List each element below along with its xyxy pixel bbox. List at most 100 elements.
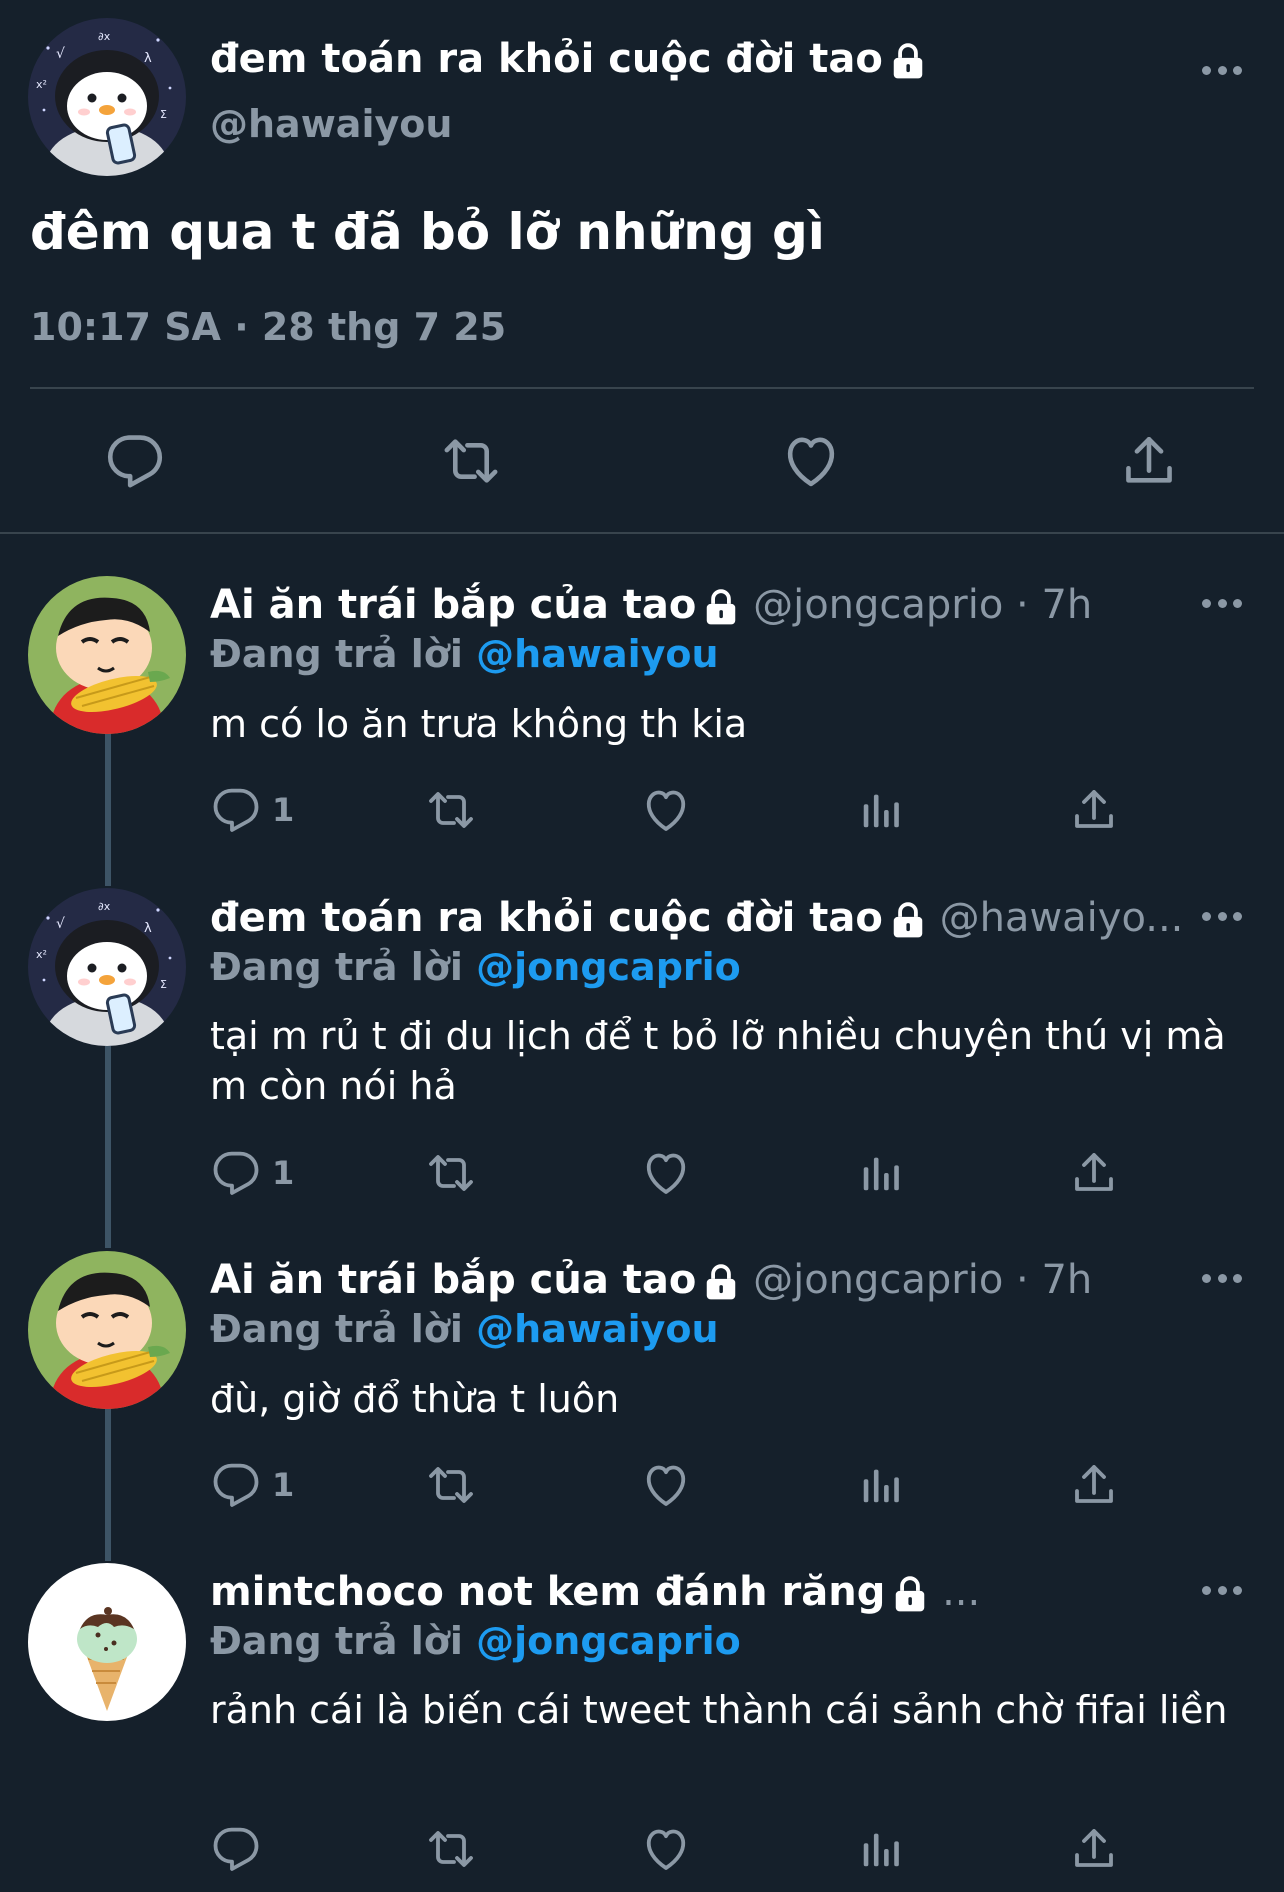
retweet-button[interactable] xyxy=(424,1461,478,1509)
thread-connector xyxy=(105,1046,111,1248)
reply-avatar[interactable] xyxy=(28,1251,186,1409)
mention-link[interactable]: @jongcaprio xyxy=(476,1619,741,1663)
bar-chart-icon xyxy=(858,1461,904,1509)
more-options-icon[interactable] xyxy=(1202,1584,1242,1596)
lock-icon xyxy=(702,587,740,627)
share-upload-icon xyxy=(1070,786,1118,834)
replying-to: Đang trả lời @hawaiyou xyxy=(210,632,719,676)
tweet-text: đêm qua t đã bỏ lỡ những gì xyxy=(30,203,825,261)
views-button[interactable] xyxy=(858,1825,904,1873)
mention-link[interactable]: @hawaiyou xyxy=(476,1307,718,1351)
speech-bubble-icon xyxy=(212,1825,260,1873)
reply-header[interactable]: đem toán ra khỏi cuộc đời tao @hawaiyo..… xyxy=(210,893,1183,943)
bar-chart-icon xyxy=(858,1149,904,1197)
author-avatar[interactable] xyxy=(28,18,186,176)
bar-chart-icon xyxy=(858,786,904,834)
share-button[interactable] xyxy=(1120,432,1178,490)
retweet-button[interactable] xyxy=(424,1825,478,1873)
retweet-arrows-icon xyxy=(440,432,502,490)
reply-display-name: mintchoco not kem đánh răng xyxy=(210,1569,886,1615)
reply-display-name: Ai ăn trái bắp của tao xyxy=(210,582,697,628)
retweet-arrows-icon xyxy=(424,786,478,834)
heart-icon xyxy=(642,1149,690,1197)
like-button[interactable] xyxy=(642,1149,690,1197)
speech-bubble-icon xyxy=(212,1461,260,1509)
divider xyxy=(30,387,1254,389)
share-button[interactable] xyxy=(1070,786,1118,834)
more-options-icon[interactable] xyxy=(1202,910,1242,922)
retweet-arrows-icon xyxy=(424,1825,478,1873)
reply-avatar[interactable] xyxy=(28,1563,186,1721)
like-button[interactable] xyxy=(642,1825,690,1873)
reply-text: đù, giờ đổ thừa t luôn xyxy=(210,1377,620,1421)
ice-cream-avatar-image xyxy=(28,1563,186,1721)
views-button[interactable] xyxy=(858,1149,904,1197)
reply-button[interactable]: 1 xyxy=(212,1149,294,1197)
reply-handle-time: @hawaiyo... xyxy=(939,895,1184,941)
shinchan-avatar-image xyxy=(28,1251,186,1409)
reply-display-name: đem toán ra khỏi cuộc đời tao xyxy=(210,895,883,941)
share-button[interactable] xyxy=(1070,1825,1118,1873)
more-options-icon[interactable] xyxy=(1202,1272,1242,1284)
author-display-name[interactable]: đem toán ra khỏi cuộc đời tao xyxy=(210,36,927,82)
replying-to: Đang trả lời @hawaiyou xyxy=(210,1307,719,1351)
reply-count: 1 xyxy=(272,791,295,829)
reply-handle-time: @jongcaprio · 7h xyxy=(753,1257,1093,1303)
reply-button[interactable]: 1 xyxy=(212,786,294,834)
thread-connector xyxy=(105,1409,111,1561)
reply-handle-time: @jongcaprio · 7h xyxy=(753,582,1093,628)
more-options-icon[interactable] xyxy=(1202,597,1242,609)
lock-icon xyxy=(891,1574,929,1614)
author-handle[interactable]: @hawaiyou xyxy=(210,102,452,146)
divider xyxy=(0,532,1284,534)
lock-icon xyxy=(702,1262,740,1302)
reply-button[interactable] xyxy=(106,432,164,490)
reply-avatar[interactable] xyxy=(28,888,186,1046)
thread-connector xyxy=(105,733,111,886)
reply-display-name: Ai ăn trái bắp của tao xyxy=(210,1257,697,1303)
bar-chart-icon xyxy=(858,1825,904,1873)
reply-header[interactable]: Ai ăn trái bắp của tao @jongcaprio · 7h xyxy=(210,580,1092,630)
mention-link[interactable]: @jongcaprio xyxy=(476,945,741,989)
lock-icon xyxy=(889,41,927,81)
retweet-arrows-icon xyxy=(424,1149,478,1197)
speech-bubble-icon xyxy=(106,432,164,490)
retweet-button[interactable] xyxy=(424,786,478,834)
reply-avatar[interactable] xyxy=(28,576,186,734)
reply-header[interactable]: Ai ăn trái bắp của tao @jongcaprio · 7h xyxy=(210,1255,1092,1305)
like-button[interactable] xyxy=(642,1461,690,1509)
reply-text: m có lo ăn trưa không th kia xyxy=(210,702,748,746)
retweet-button[interactable] xyxy=(440,432,502,490)
speech-bubble-icon xyxy=(212,786,260,834)
reply-text: tại m rủ t đi du lịch để t bỏ lỡ nhiều c… xyxy=(210,1014,1226,1108)
more-options-icon[interactable] xyxy=(1202,64,1242,76)
reply-count: 1 xyxy=(272,1466,295,1504)
reply-handle-time: ... xyxy=(942,1569,981,1615)
reply-header[interactable]: mintchoco not kem đánh răng ... xyxy=(210,1567,980,1617)
share-upload-icon xyxy=(1070,1149,1118,1197)
share-button[interactable] xyxy=(1070,1149,1118,1197)
reply-count: 1 xyxy=(272,1154,295,1192)
lock-icon xyxy=(889,900,927,940)
tweet-timestamp[interactable]: 10:17 SA · 28 thg 7 25 xyxy=(30,305,506,349)
replying-to: Đang trả lời @jongcaprio xyxy=(210,945,741,989)
share-upload-icon xyxy=(1120,432,1178,490)
views-button[interactable] xyxy=(858,786,904,834)
retweet-button[interactable] xyxy=(424,1149,478,1197)
reply-button[interactable] xyxy=(212,1825,272,1873)
like-button[interactable] xyxy=(782,432,840,490)
share-button[interactable] xyxy=(1070,1461,1118,1509)
penguin-avatar-image xyxy=(28,18,186,176)
retweet-arrows-icon xyxy=(424,1461,478,1509)
replying-to: Đang trả lời @jongcaprio xyxy=(210,1619,741,1663)
heart-icon xyxy=(642,786,690,834)
heart-icon xyxy=(642,1825,690,1873)
speech-bubble-icon xyxy=(212,1149,260,1197)
views-button[interactable] xyxy=(858,1461,904,1509)
penguin-avatar-image xyxy=(28,888,186,1046)
reply-button[interactable]: 1 xyxy=(212,1461,294,1509)
heart-icon xyxy=(782,432,840,490)
like-button[interactable] xyxy=(642,786,690,834)
mention-link[interactable]: @hawaiyou xyxy=(476,632,718,676)
reply-text: rảnh cái là biến cái tweet thành cái sản… xyxy=(210,1688,1228,1732)
